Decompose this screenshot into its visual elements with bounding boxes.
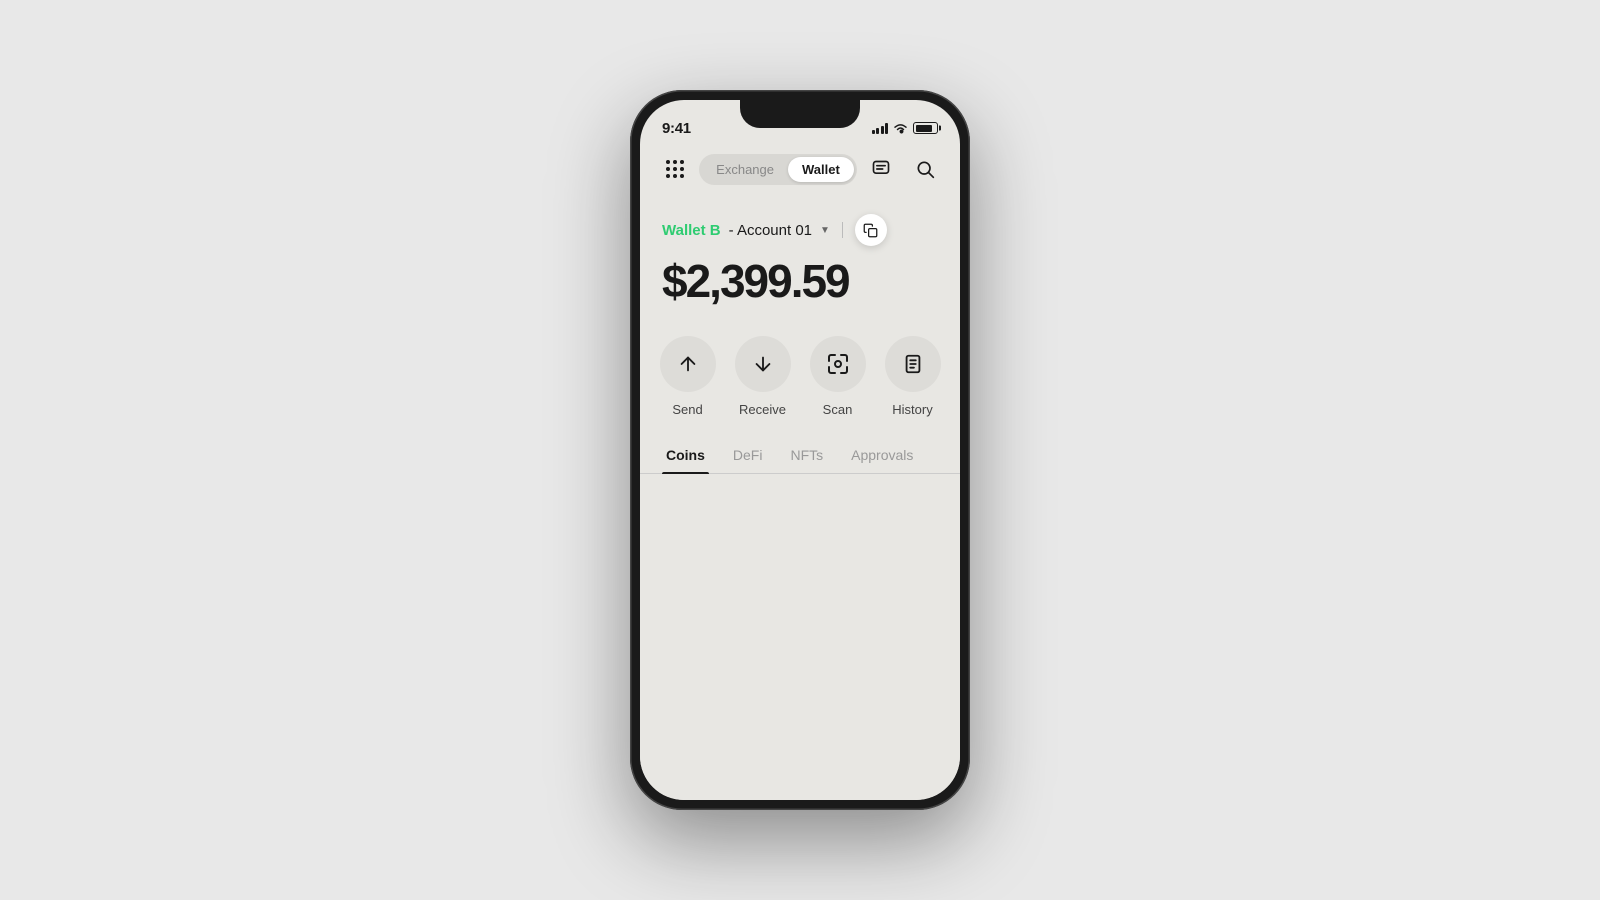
account-name: - Account 01 — [729, 222, 812, 239]
tab-defi[interactable]: DeFi — [729, 437, 767, 473]
send-icon — [677, 353, 699, 375]
receive-icon — [752, 353, 774, 375]
notch — [740, 100, 860, 128]
send-action[interactable]: Send — [660, 336, 716, 417]
tab-switcher: Exchange Wallet — [699, 154, 857, 185]
send-button[interactable] — [660, 336, 716, 392]
header-right — [864, 152, 942, 186]
search-icon — [915, 159, 935, 179]
scan-action[interactable]: Scan — [810, 336, 866, 417]
wallet-name: Wallet B — [662, 222, 721, 239]
bottom-tabs: Coins DeFi NFTs Approvals — [640, 437, 960, 474]
search-button[interactable] — [908, 152, 942, 186]
wifi-icon — [893, 123, 908, 134]
scan-icon — [826, 352, 850, 376]
content-area — [640, 474, 960, 800]
phone-wrapper: 9:41 — [630, 90, 970, 810]
balance-display: $2,399.59 — [662, 258, 938, 304]
grid-icon — [666, 160, 684, 178]
signal-icon — [872, 123, 889, 134]
scan-button[interactable] — [810, 336, 866, 392]
separator — [842, 222, 843, 238]
scan-label: Scan — [823, 402, 853, 417]
tab-nfts[interactable]: NFTs — [786, 437, 827, 473]
status-time: 9:41 — [662, 120, 691, 137]
copy-icon — [863, 223, 878, 238]
tab-coins[interactable]: Coins — [662, 437, 709, 473]
messages-button[interactable] — [864, 152, 898, 186]
receive-button[interactable] — [735, 336, 791, 392]
grid-menu-button[interactable] — [658, 152, 692, 186]
header: Exchange Wallet — [640, 144, 960, 194]
history-icon — [902, 353, 924, 375]
history-label: History — [892, 402, 932, 417]
send-label: Send — [672, 402, 702, 417]
actions-row: Send Receive — [640, 312, 960, 437]
wallet-tab[interactable]: Wallet — [788, 157, 854, 182]
phone-screen: 9:41 — [640, 100, 960, 800]
battery-icon — [913, 122, 938, 134]
account-row: Wallet B - Account 01 ▼ — [662, 214, 938, 246]
exchange-tab[interactable]: Exchange — [702, 157, 788, 182]
history-button[interactable] — [885, 336, 941, 392]
tab-approvals[interactable]: Approvals — [847, 437, 917, 473]
message-icon — [871, 159, 891, 179]
account-section: Wallet B - Account 01 ▼ $2,399.59 — [640, 194, 960, 312]
status-icons — [872, 122, 939, 134]
copy-address-button[interactable] — [855, 214, 887, 246]
receive-label: Receive — [739, 402, 786, 417]
dropdown-chevron-icon: ▼ — [820, 225, 830, 236]
history-action[interactable]: History — [885, 336, 941, 417]
receive-action[interactable]: Receive — [735, 336, 791, 417]
